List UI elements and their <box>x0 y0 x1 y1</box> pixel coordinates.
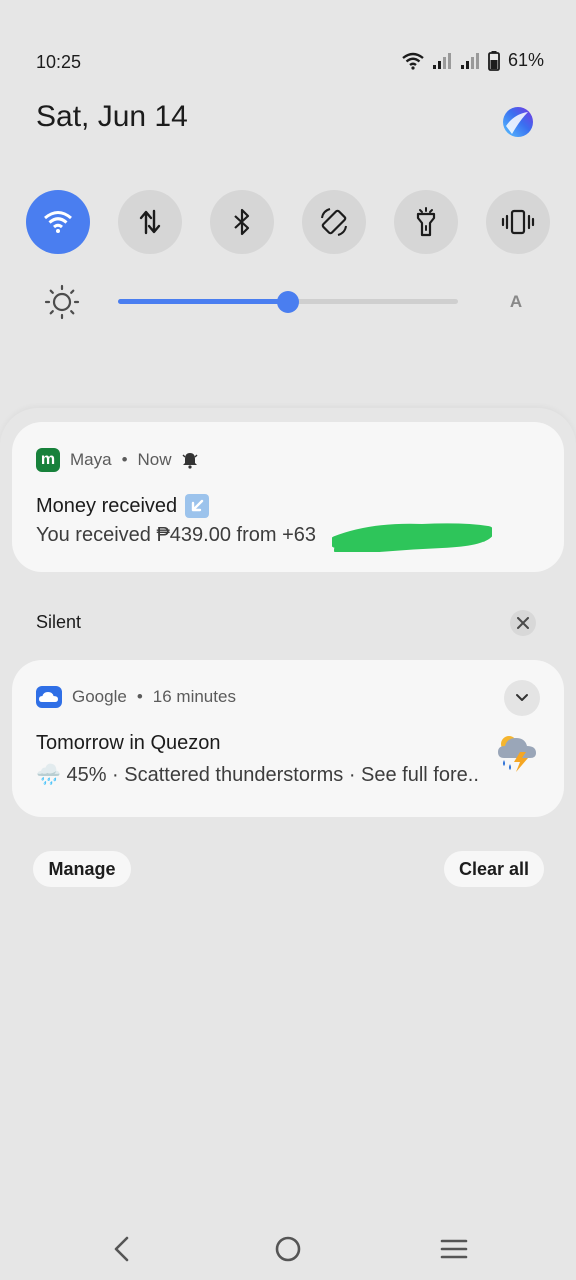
date-label: Sat, Jun 14 <box>36 100 188 133</box>
notification-app-name: Google <box>72 687 127 706</box>
assistant-orb-icon[interactable] <box>500 104 536 140</box>
notification-body: You received ₱439.00 from +63 <box>36 524 317 546</box>
maya-app-icon: m <box>36 448 60 472</box>
navigation-bar <box>0 1220 576 1276</box>
silent-dismiss-button[interactable] <box>510 610 536 636</box>
google-weather-cloud-icon <box>36 686 62 708</box>
recent-apps-icon[interactable] <box>437 1232 471 1266</box>
separator-dot: • <box>136 687 143 706</box>
notification-body: 🌧️ 45% · Scattered thunderstorms · See f… <box>36 764 479 786</box>
close-icon <box>517 617 529 629</box>
brightness-control: A <box>44 282 540 322</box>
wifi-icon <box>44 211 72 233</box>
battery-percent: 61% <box>507 50 544 70</box>
brightness-slider-thumb[interactable] <box>277 291 299 313</box>
notification-title-text: Money received <box>36 494 178 517</box>
brightness-slider[interactable] <box>118 291 458 313</box>
maya-notification[interactable]: m Maya • Now Money received You received… <box>12 422 564 572</box>
brightness-slider-fill <box>118 299 288 304</box>
quick-settings-row <box>26 190 550 254</box>
qs-auto-rotate-toggle[interactable] <box>302 190 366 254</box>
qs-wifi-toggle[interactable] <box>26 190 90 254</box>
notification-title: Tomorrow in Quezon <box>36 732 221 755</box>
qs-flashlight-toggle[interactable] <box>394 190 458 254</box>
flashlight-icon <box>416 207 436 237</box>
home-icon[interactable] <box>271 1232 305 1266</box>
chevron-down-icon <box>516 694 528 701</box>
google-notification[interactable]: Google • 16 minutes Tomorrow in Quezon 🌧… <box>12 660 564 817</box>
manage-button[interactable]: Manage <box>33 851 131 887</box>
auto-brightness-toggle[interactable]: A <box>504 290 528 314</box>
status-bar: 10:25 61% Sat, Jun 14 <box>0 0 576 137</box>
brightness-sun-icon <box>44 284 80 320</box>
cell-signal-1-icon <box>432 52 451 69</box>
notification-time: Now <box>137 450 172 469</box>
data-transfer-icon <box>139 209 161 235</box>
notification-title: Money received <box>36 494 210 518</box>
battery-icon <box>488 50 500 71</box>
silent-section-label: Silent <box>36 612 82 632</box>
rotate-icon <box>321 208 347 236</box>
qs-vibrate-toggle[interactable] <box>486 190 550 254</box>
status-icons: 61% <box>402 50 544 71</box>
vibrate-icon <box>501 209 535 235</box>
notification-header: Google • 16 minutes <box>36 686 236 708</box>
notification-title-text: Tomorrow in Quezon <box>36 732 221 754</box>
qs-bluetooth-toggle[interactable] <box>210 190 274 254</box>
thunderstorm-icon <box>498 736 536 772</box>
clock: 10:25 <box>36 52 82 72</box>
cell-signal-2-icon <box>460 52 479 69</box>
notification-header: m Maya • Now <box>36 448 198 472</box>
bell-icon <box>182 453 198 469</box>
notification-time: 16 minutes <box>152 687 236 706</box>
wifi-signal-icon <box>402 52 424 70</box>
expand-notification-button[interactable] <box>504 680 540 716</box>
redaction-scribble <box>332 523 492 552</box>
notification-app-name: Maya <box>70 450 112 469</box>
separator-dot: • <box>121 450 128 469</box>
clear-all-button[interactable]: Clear all <box>444 851 544 887</box>
bluetooth-icon <box>234 208 250 236</box>
qs-mobile-data-toggle[interactable] <box>118 190 182 254</box>
down-left-arrow-icon <box>185 494 210 518</box>
back-icon[interactable] <box>105 1232 139 1266</box>
